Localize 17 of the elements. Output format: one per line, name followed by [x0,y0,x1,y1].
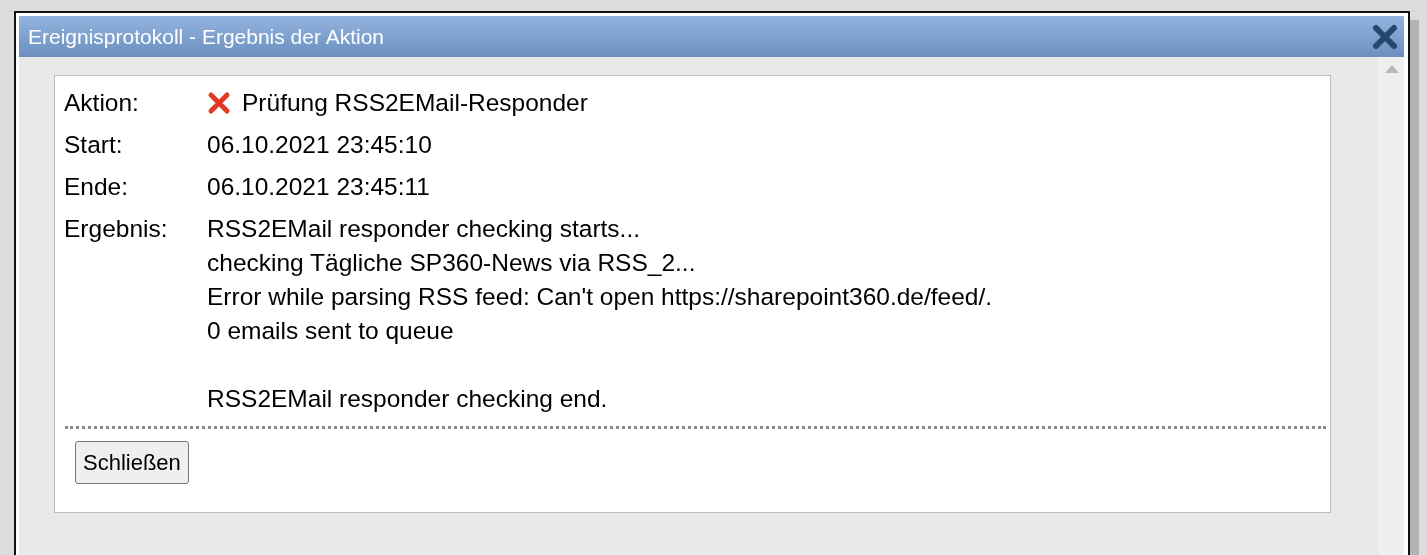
log-line: RSS2EMail responder checking starts... [207,214,642,244]
log-line: checking Tägliche SP360-News via RSS_2... [207,248,697,278]
field-value: Prüfung RSS2EMail-Responder [242,88,588,118]
field-label: Ende: [64,172,130,202]
field-label: Aktion: [64,88,140,118]
log-line: RSS2EMail responder checking end. [207,384,609,414]
log-line: Error while parsing RSS feed: Can't open https://sharepoint360.de/feed/. [207,282,993,312]
close-button[interactable] [1372,23,1398,50]
field-label: Ergebnis: [64,214,169,244]
window-title: Ereignisprotokoll - Ergebnis der Aktion [28,23,384,50]
log-line: 0 emails sent to queue [207,316,455,346]
close-dialog-button[interactable]: Schließen [75,441,189,484]
field-label: Start: [64,130,124,160]
scrollbar[interactable] [1379,57,1404,555]
field-value: 06.10.2021 23:45:10 [207,130,432,160]
scroll-up-icon[interactable] [1384,65,1399,73]
field-value: 06.10.2021 23:45:11 [207,172,430,202]
